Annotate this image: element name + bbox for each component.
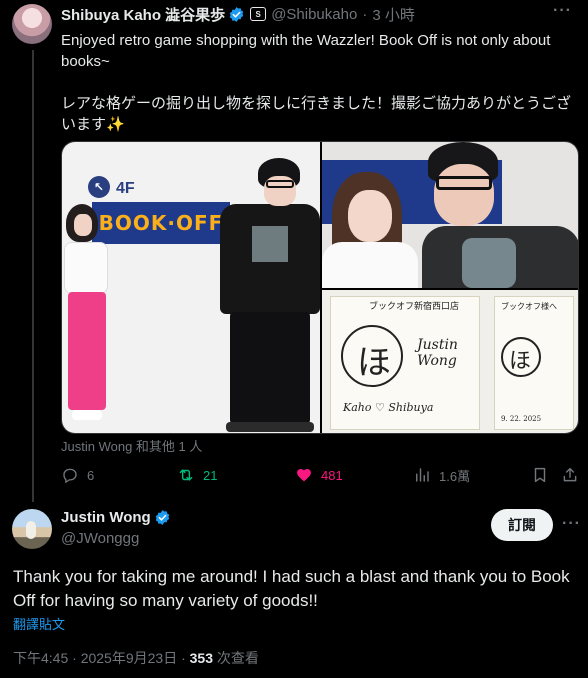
reply-text: Thank you for taking me around! I had su…: [13, 567, 570, 610]
reply-button[interactable]: 6: [61, 464, 94, 486]
person-shoes: [72, 410, 102, 420]
more-icon[interactable]: ···: [562, 515, 581, 533]
reply-count: 6: [87, 467, 95, 483]
verified-badge-icon[interactable]: [154, 509, 171, 526]
author-name[interactable]: Shibuya Kaho 澁谷果歩: [61, 4, 225, 25]
person-face: [434, 164, 494, 226]
person-face: [74, 214, 92, 236]
bookmark-icon: [534, 467, 546, 483]
board-character: ほ: [357, 343, 391, 383]
views-icon: [416, 468, 429, 482]
reply-author-name[interactable]: Justin Wong: [61, 509, 151, 526]
signed-board: ブックオフ様へ ほ 9. 22. 2025: [494, 296, 574, 430]
bookmark-button[interactable]: [531, 464, 549, 486]
verified-badge-icon[interactable]: [228, 6, 245, 23]
person-top: [322, 242, 418, 288]
board-signature: Justin Wong: [417, 337, 458, 369]
views-button[interactable]: 1.6萬: [413, 464, 470, 486]
floor-arrow-icon: ↖: [88, 176, 110, 198]
reply-author-handle[interactable]: @JWonggg: [61, 530, 139, 547]
board-header: ブックオフ新宿西口店: [369, 302, 460, 312]
board-character: ほ: [509, 349, 532, 374]
bag: [462, 238, 516, 288]
separator-dot: ·: [362, 5, 368, 23]
photo-signed-boards[interactable]: ブックオフ新宿西口店 ほ Kaho ♡ Shibuya Justin Wong …: [322, 290, 578, 433]
board-signature: Kaho ♡ Shibuya: [343, 401, 434, 414]
post-time[interactable]: 3 小時: [372, 4, 415, 25]
retweet-count: 21: [203, 467, 218, 483]
reply-icon: [63, 468, 77, 484]
person-top: [64, 242, 108, 294]
signed-board: ブックオフ新宿西口店 ほ Kaho ♡ Shibuya Justin Wong: [330, 296, 480, 430]
board-header: ブックオフ様へ: [501, 302, 557, 311]
sticker-badge-icon: S: [250, 7, 267, 21]
glasses: [266, 180, 294, 188]
person-shoes: [226, 422, 314, 432]
avatar-justin-wong[interactable]: [12, 509, 52, 549]
person-pants: [230, 312, 310, 424]
reply-views-count: 353: [189, 650, 213, 666]
tagged-users[interactable]: Justin Wong 和其他 1 人: [61, 436, 202, 455]
tweet-text: Enjoyed retro game shopping with the Waz…: [61, 32, 572, 133]
photo-selfie[interactable]: [322, 142, 578, 288]
like-icon: [297, 469, 311, 482]
retweet-icon: [179, 469, 193, 481]
translate-link[interactable]: 翻譯貼文: [13, 614, 65, 633]
store-sign-text: BOOK·OFF: [98, 211, 224, 235]
glasses: [436, 176, 492, 190]
floor-label: 4F: [116, 180, 135, 197]
reply-meta: 下午4:45 · 2025年9月23日 · 353 次查看: [13, 648, 259, 668]
share-button[interactable]: [561, 464, 579, 486]
like-button[interactable]: 481: [295, 464, 343, 486]
avatar-shibuya-kaho[interactable]: [12, 4, 52, 44]
board-date: 9. 22. 2025: [501, 415, 542, 423]
reply-header: Justin Wong: [61, 509, 171, 526]
like-count: 481: [321, 467, 343, 483]
person-face: [348, 190, 392, 242]
reply-views-label: 次查看: [213, 650, 259, 666]
media-grid: ↖ 4F BOOK·OFF ブックオフ新宿西口店 ほ Kaho ♡ Shibuy…: [61, 141, 579, 434]
thread-line: [32, 50, 34, 502]
photo-store-entrance[interactable]: ↖ 4F BOOK·OFF: [62, 142, 320, 433]
person-pants: [68, 292, 106, 410]
tweet-actions: 6 21 481 1.6萬: [61, 464, 579, 486]
author-handle[interactable]: @Shibukaho: [271, 6, 357, 23]
retweet-button[interactable]: 21: [177, 464, 217, 486]
shirt-print: [252, 226, 288, 262]
store-sign: BOOK·OFF: [92, 202, 230, 244]
share-icon: [563, 467, 577, 482]
more-icon[interactable]: ···: [553, 2, 572, 20]
tweet-header: Shibuya Kaho 澁谷果歩 S @Shibukaho · 3 小時: [61, 4, 415, 24]
reply-timestamp[interactable]: 下午4:45 · 2025年9月23日 ·: [13, 650, 190, 666]
follow-button[interactable]: 訂閱: [491, 509, 553, 541]
views-count: 1.6萬: [439, 468, 471, 484]
